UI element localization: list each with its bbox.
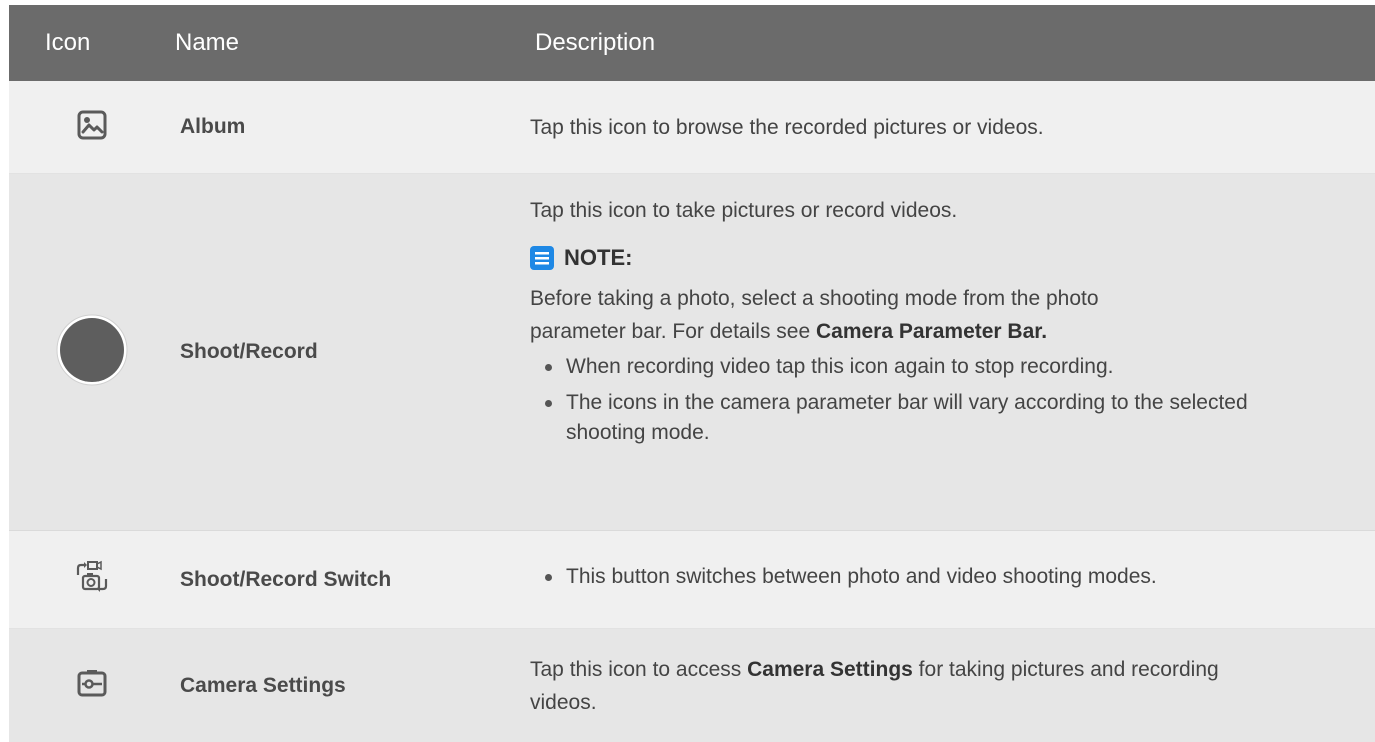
header-icon: Icon — [45, 29, 91, 56]
camera-settings-icon — [77, 669, 107, 702]
camera-parameter-bar-link: Camera Parameter Bar. — [815, 320, 1048, 343]
header-name: Name — [175, 29, 240, 56]
note-label: NOTE: — [564, 245, 633, 270]
note-icon — [530, 245, 554, 270]
header-description: Description — [535, 29, 656, 56]
row-name: Camera Settings — [180, 673, 346, 697]
table-row: Shoot/Record Tap this icon to take pictu… — [9, 174, 1375, 531]
list-item: The icons in the camera parameter bar wi… — [530, 388, 1266, 448]
row-description: Tap this icon to access Camera Settings … — [530, 657, 1219, 714]
table-row: Album Tap this icon to browse the record… — [9, 81, 1375, 174]
note-bullets: When recording video tap this icon again… — [530, 352, 1330, 448]
note-heading: NOTE: — [530, 241, 1330, 274]
shoot-record-icon — [55, 313, 129, 392]
row-name: Shoot/Record Switch — [180, 567, 392, 591]
row-name: Album — [180, 115, 246, 138]
list-item: When recording video tap this icon again… — [530, 352, 1326, 382]
row-description: Tap this icon to browse the recorded pic… — [530, 115, 1044, 139]
album-icon — [77, 110, 107, 145]
camera-settings-link: Camera Settings — [747, 657, 913, 681]
list-item: This button switches between photo and v… — [530, 562, 1157, 592]
shoot-record-switch-icon — [74, 559, 110, 600]
table-row: Camera Settings Tap this icon to access … — [9, 629, 1375, 742]
table-header: Icon Name Description — [9, 5, 1375, 81]
icon-reference-table: Icon Name Description Album Tap this ico… — [9, 5, 1375, 742]
table-row: Shoot/Record Switch This button switches… — [9, 531, 1375, 629]
row-name: Shoot/Record — [180, 340, 318, 363]
row-description: Tap this icon to take pictures or record… — [530, 199, 958, 222]
